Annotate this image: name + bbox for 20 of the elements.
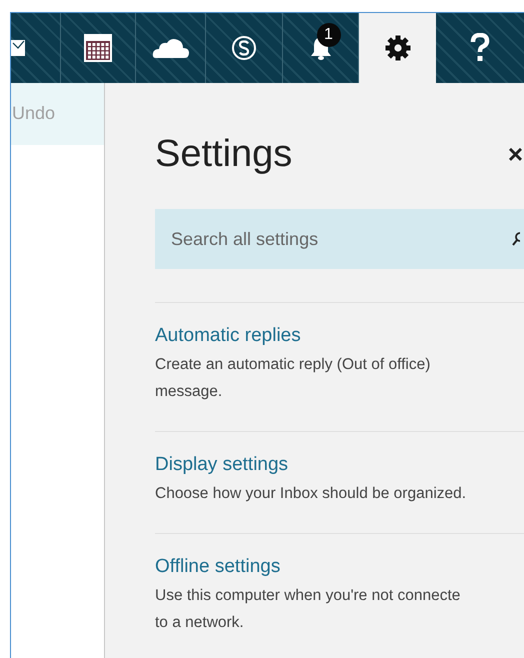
setting-description: Use this computer when you're not connecte — [155, 586, 462, 606]
setting-link[interactable]: Automatic replies — [155, 325, 524, 347]
search-field[interactable]: Search all settings — [155, 209, 524, 269]
close-button[interactable]: × — [508, 141, 523, 167]
calendar-icon — [84, 34, 112, 62]
setting-description: Choose how your Inbox should be organized. — [155, 484, 468, 504]
setting-description: Create an automatic reply (Out of office) — [155, 355, 432, 375]
help-icon — [470, 33, 490, 63]
setting-link[interactable]: Display settings — [155, 454, 524, 476]
settings-icon — [384, 35, 410, 61]
setting-link[interactable]: Offline settings — [155, 556, 524, 578]
cloud-icon — [152, 37, 190, 59]
search-icon — [512, 232, 520, 246]
notification-badge: 1 — [316, 23, 340, 47]
envelope-icon — [11, 39, 25, 57]
header-tab[interactable] — [359, 13, 436, 83]
panel-title: Settings — [155, 132, 292, 176]
skype-icon — [230, 34, 258, 62]
setting-description: to a network. — [155, 613, 245, 633]
setting-description: message. — [155, 382, 224, 402]
